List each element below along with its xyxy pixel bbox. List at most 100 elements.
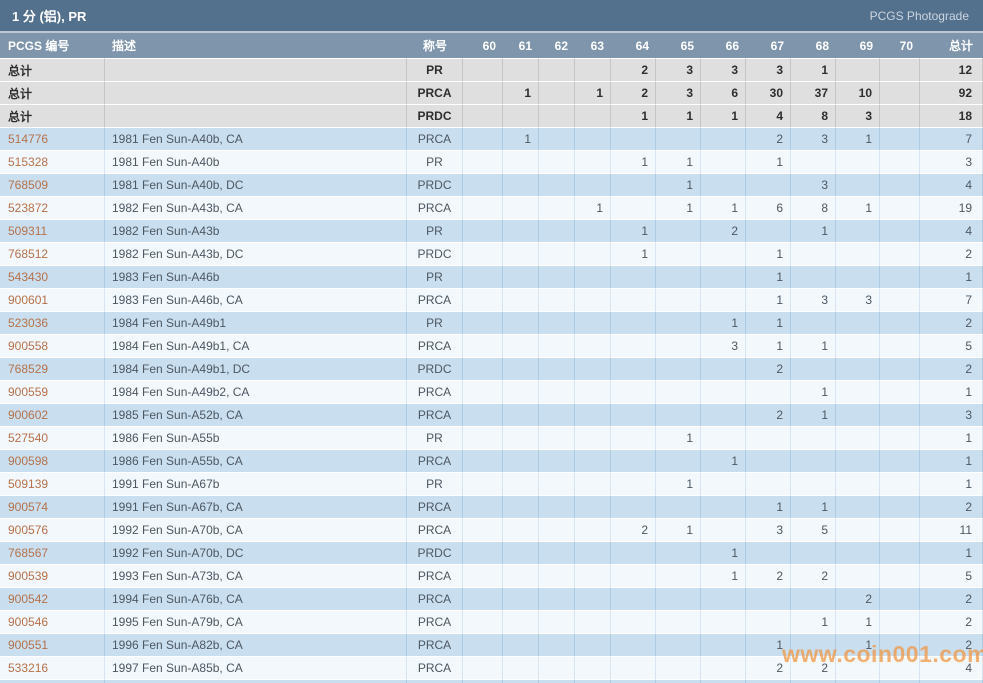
grade-count-61 xyxy=(503,380,539,403)
pcgs-number-link[interactable]: 900601 xyxy=(0,288,105,311)
grade-count-68: 5 xyxy=(791,518,836,541)
designation: PRCA xyxy=(407,564,463,587)
grade-count-64: 1 xyxy=(611,242,656,265)
pcgs-number-link[interactable]: 900598 xyxy=(0,449,105,472)
grade-count-62 xyxy=(539,173,575,196)
column-header-64: 64 xyxy=(611,33,656,58)
grade-count-62 xyxy=(539,472,575,495)
pcgs-number-link[interactable]: 900559 xyxy=(0,380,105,403)
grade-count-61 xyxy=(503,633,539,656)
grade-count-63 xyxy=(575,311,611,334)
pcgs-number-link[interactable]: 768512 xyxy=(0,242,105,265)
designation: PRCA xyxy=(407,633,463,656)
empty-cell xyxy=(0,679,105,683)
summary-grade-count-61 xyxy=(503,104,539,127)
grade-count-62 xyxy=(539,564,575,587)
grade-count-60 xyxy=(463,518,503,541)
grade-count-61 xyxy=(503,518,539,541)
column-header-63: 63 xyxy=(575,33,611,58)
summary-grade-count-67: 4 xyxy=(746,104,791,127)
coin-description: 1986 Fen Sun-A55b xyxy=(105,426,407,449)
grade-count-60 xyxy=(463,288,503,311)
column-header-67: 67 xyxy=(746,33,791,58)
pcgs-number-link[interactable]: 509311 xyxy=(0,219,105,242)
grade-count-64: 1 xyxy=(611,150,656,173)
grade-count-69 xyxy=(836,541,880,564)
grade-count-68 xyxy=(791,265,836,288)
table-row: 900558 1984 Fen Sun-A49b1, CA PRCA 3 1 1 5 xyxy=(0,334,983,357)
grade-count-68: 3 xyxy=(791,173,836,196)
pcgs-number-link[interactable]: 768529 xyxy=(0,357,105,380)
grade-count-69: 2 xyxy=(836,587,880,610)
pcgs-number-link[interactable]: 900539 xyxy=(0,564,105,587)
grade-count-66 xyxy=(701,610,746,633)
grade-count-62 xyxy=(539,311,575,334)
coin-description: 1992 Fen Sun-A70b, CA xyxy=(105,518,407,541)
grade-count-66 xyxy=(701,380,746,403)
grade-count-65: 1 xyxy=(656,150,701,173)
empty-cell xyxy=(836,679,880,683)
grade-count-61 xyxy=(503,449,539,472)
grade-count-62 xyxy=(539,610,575,633)
grade-count-67: 1 xyxy=(746,288,791,311)
pcgs-number-link[interactable]: 768509 xyxy=(0,173,105,196)
summary-description xyxy=(105,81,407,104)
grade-count-69 xyxy=(836,334,880,357)
summary-grade-count-60 xyxy=(463,81,503,104)
pcgs-number-link[interactable]: 527540 xyxy=(0,426,105,449)
pcgs-number-link[interactable]: 515328 xyxy=(0,150,105,173)
grade-count-65 xyxy=(656,610,701,633)
pcgs-number-link[interactable]: 900551 xyxy=(0,633,105,656)
grade-count-70 xyxy=(880,196,920,219)
column-header-60: 60 xyxy=(463,33,503,58)
pcgs-number-link[interactable]: 900558 xyxy=(0,334,105,357)
photograde-link[interactable]: PCGS Photograde xyxy=(870,9,969,23)
pcgs-number-link[interactable]: 523872 xyxy=(0,196,105,219)
summary-grade-count-66: 6 xyxy=(701,81,746,104)
grade-count-60 xyxy=(463,242,503,265)
grade-count-62 xyxy=(539,265,575,288)
grade-count-69 xyxy=(836,219,880,242)
pcgs-number-link[interactable]: 900602 xyxy=(0,403,105,426)
grade-count-64 xyxy=(611,472,656,495)
pcgs-number-link[interactable]: 533216 xyxy=(0,656,105,679)
summary-grade-count-66: 3 xyxy=(701,58,746,81)
table-row: 527540 1986 Fen Sun-A55b PR 1 1 xyxy=(0,426,983,449)
grade-count-69 xyxy=(836,311,880,334)
pcgs-number-link[interactable]: 543430 xyxy=(0,265,105,288)
pcgs-number-link[interactable]: 768567 xyxy=(0,541,105,564)
grade-count-62 xyxy=(539,242,575,265)
summary-description xyxy=(105,58,407,81)
total-count: 2 xyxy=(920,633,983,656)
pcgs-number-link[interactable]: 900542 xyxy=(0,587,105,610)
summary-grade-count-62 xyxy=(539,58,575,81)
total-count: 2 xyxy=(920,610,983,633)
summary-grade-count-65: 3 xyxy=(656,81,701,104)
pcgs-number-link[interactable]: 900546 xyxy=(0,610,105,633)
grade-count-68: 2 xyxy=(791,564,836,587)
pcgs-number-link[interactable]: 523036 xyxy=(0,311,105,334)
pcgs-number-link[interactable]: 509139 xyxy=(0,472,105,495)
grade-count-62 xyxy=(539,518,575,541)
designation: PRCA xyxy=(407,495,463,518)
pcgs-number-link[interactable]: 514776 xyxy=(0,127,105,150)
grade-count-61 xyxy=(503,311,539,334)
pcgs-number-link[interactable]: 900576 xyxy=(0,518,105,541)
summary-grade-count-66: 1 xyxy=(701,104,746,127)
pcgs-number-link[interactable]: 900574 xyxy=(0,495,105,518)
population-table: PCGS 编号 描述 称号 60 61 62 63 64 65 66 67 68 69 70 总计 总计 PR… xyxy=(0,33,983,683)
grade-count-63 xyxy=(575,656,611,679)
summary-total-count: 92 xyxy=(920,81,983,104)
grade-count-63 xyxy=(575,587,611,610)
summary-description xyxy=(105,104,407,127)
empty-cell xyxy=(407,679,463,683)
coin-description: 1997 Fen Sun-A85b, CA xyxy=(105,656,407,679)
grade-count-63 xyxy=(575,150,611,173)
grade-count-67: 1 xyxy=(746,311,791,334)
grade-count-69 xyxy=(836,518,880,541)
grade-count-61 xyxy=(503,242,539,265)
grade-count-64 xyxy=(611,357,656,380)
grade-count-63 xyxy=(575,242,611,265)
grade-count-68: 1 xyxy=(791,610,836,633)
grade-count-66 xyxy=(701,426,746,449)
